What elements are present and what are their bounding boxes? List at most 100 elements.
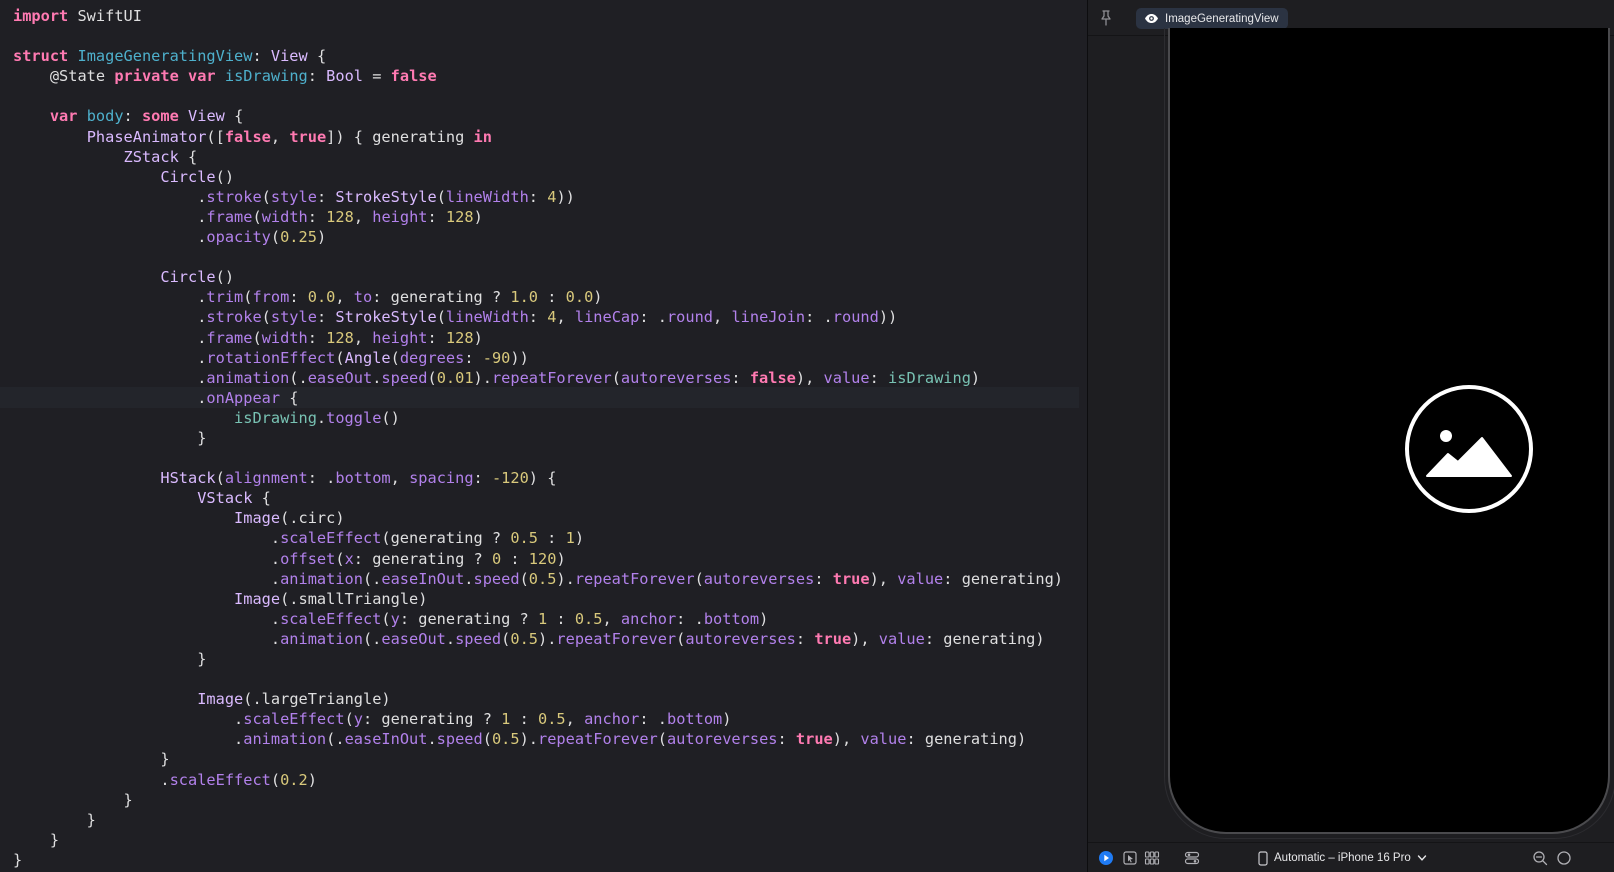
code-token: x	[344, 549, 354, 568]
code-line[interactable]	[13, 448, 1063, 468]
code-line[interactable]: }	[13, 649, 1063, 669]
code-token: =	[363, 67, 391, 86]
code-line[interactable]: struct ImageGeneratingView: View {	[13, 46, 1063, 66]
code-token: ,	[335, 288, 354, 307]
code-line[interactable]: .animation(.easeInOut.speed(0.5).repeatF…	[13, 569, 1063, 589]
code-line[interactable]: ZStack {	[13, 147, 1063, 167]
code-line[interactable]: .scaleEffect(0.2)	[13, 770, 1063, 790]
preview-tab[interactable]: ImageGeneratingView	[1136, 8, 1288, 29]
code-line[interactable]: .rotationEffect(Angle(degrees: -90))	[13, 348, 1063, 368]
code-line[interactable]: .scaleEffect(generating ? 0.5 : 1)	[13, 528, 1063, 548]
code-line[interactable]: Image(.largeTriangle)	[13, 689, 1063, 709]
code-token: 0	[491, 549, 502, 568]
code-token: width	[261, 207, 308, 226]
code-token: 128	[445, 328, 474, 347]
code-token: easeInOut	[381, 569, 465, 588]
selectable-icon[interactable]	[1122, 850, 1138, 866]
code-token: )	[722, 710, 732, 729]
code-line[interactable]: .scaleEffect(y: generating ? 1 : 0.5, an…	[13, 609, 1063, 629]
source-code[interactable]: import SwiftUI struct ImageGeneratingVie…	[13, 6, 1063, 870]
code-line[interactable]: isDrawing.toggle()	[13, 408, 1063, 428]
zoom-fit-icon[interactable]	[1556, 850, 1572, 866]
code-token: 1	[537, 609, 548, 628]
code-token: autoreverses	[703, 569, 815, 588]
code-line[interactable]: .animation(.easeOut.speed(0.01).repeatFo…	[13, 368, 1063, 388]
code-token: .	[13, 348, 207, 367]
code-line[interactable]: Circle()	[13, 267, 1063, 287]
code-line[interactable]	[13, 247, 1063, 267]
code-token: ))	[556, 187, 575, 206]
code-line[interactable]: .offset(x: generating ? 0 : 120)	[13, 549, 1063, 569]
code-token: (	[694, 569, 704, 588]
zoom-out-icon[interactable]	[1532, 850, 1548, 866]
code-token: : generating ?	[363, 710, 502, 729]
code-line[interactable]: import SwiftUI	[13, 6, 1063, 26]
code-line[interactable]: .animation(.easeInOut.speed(0.5).repeatF…	[13, 729, 1063, 749]
code-token: value	[823, 368, 870, 387]
code-line[interactable]: }	[13, 749, 1063, 769]
code-line[interactable]: @State private var isDrawing: Bool = fal…	[13, 66, 1063, 86]
code-line[interactable]	[13, 26, 1063, 46]
code-line[interactable]: .trim(from: 0.0, to: generating ? 1.0 : …	[13, 287, 1063, 307]
code-token: ),	[851, 629, 879, 648]
device-selector[interactable]: Automatic – iPhone 16 Pro	[1258, 848, 1427, 868]
code-token: (.largeTriangle)	[243, 690, 391, 709]
code-line[interactable]: .stroke(style: StrokeStyle(lineWidth: 4)…	[13, 187, 1063, 207]
code-line[interactable]: PhaseAnimator([false, true]) { generatin…	[13, 127, 1063, 147]
code-token: ,	[390, 469, 410, 488]
code-token: :	[427, 207, 446, 226]
code-token: View	[188, 107, 225, 126]
code-line[interactable]	[13, 669, 1063, 689]
code-line[interactable]: .frame(width: 128, height: 128)	[13, 207, 1063, 227]
code-token: :	[538, 288, 566, 307]
code-token: lineWidth	[445, 308, 529, 327]
code-line[interactable]: Image(.circ)	[13, 508, 1063, 528]
code-token: Circle	[160, 167, 216, 186]
code-line[interactable]: }	[13, 830, 1063, 850]
preview-tab-label: ImageGeneratingView	[1165, 12, 1279, 25]
code-line[interactable]: Circle()	[13, 167, 1063, 187]
code-token: .	[13, 308, 207, 327]
code-editor[interactable]: import SwiftUI struct ImageGeneratingVie…	[0, 0, 1087, 872]
code-line[interactable]: .stroke(style: StrokeStyle(lineWidth: 4,…	[13, 307, 1063, 327]
code-token: (	[390, 348, 400, 367]
code-line[interactable]: }	[13, 790, 1063, 810]
live-preview-icon[interactable]	[1098, 850, 1114, 866]
code-line[interactable]: Image(.smallTriangle)	[13, 589, 1063, 609]
code-line[interactable]: }	[13, 428, 1063, 448]
pin-icon[interactable]	[1098, 9, 1114, 27]
code-line[interactable]	[13, 86, 1063, 106]
code-line[interactable]: }	[13, 810, 1063, 830]
code-token: ).	[519, 730, 539, 749]
code-line[interactable]: .frame(width: 128, height: 128)	[13, 328, 1063, 348]
code-token: true	[814, 629, 852, 648]
code-token: :	[307, 207, 327, 226]
code-token: stroke	[206, 187, 262, 206]
code-token: StrokeStyle	[335, 187, 437, 206]
code-token: :	[528, 308, 548, 327]
code-line[interactable]: .onAppear {	[13, 388, 1063, 408]
code-token: -120	[491, 469, 529, 488]
code-token: bottom	[703, 609, 760, 628]
variants-grid-icon[interactable]	[1144, 850, 1160, 866]
code-line[interactable]: HStack(alignment: .bottom, spacing: -120…	[13, 468, 1063, 488]
code-token: 0.2	[280, 770, 308, 789]
code-token: 1	[501, 710, 511, 729]
code-token: some	[141, 107, 179, 126]
code-line[interactable]: VStack {	[13, 488, 1063, 508]
device-settings-icon[interactable]	[1184, 850, 1200, 866]
code-token: scaleEffect	[280, 609, 382, 628]
code-line[interactable]: }	[13, 850, 1063, 870]
device-screen[interactable]	[1168, 28, 1610, 834]
code-line[interactable]: .scaleEffect(y: generating ? 1 : 0.5, an…	[13, 709, 1063, 729]
code-line[interactable]: .animation(.easeOut.speed(0.5).repeatFor…	[13, 629, 1063, 649]
code-token: .	[13, 730, 244, 749]
code-line[interactable]: .opacity(0.25)	[13, 227, 1063, 247]
code-token: lineJoin	[731, 308, 806, 327]
code-token: : generating ?	[353, 549, 492, 568]
code-token: ()	[215, 167, 235, 186]
code-token: }	[13, 750, 170, 769]
code-token: :	[869, 368, 889, 387]
code-line[interactable]: var body: some View {	[13, 106, 1063, 126]
